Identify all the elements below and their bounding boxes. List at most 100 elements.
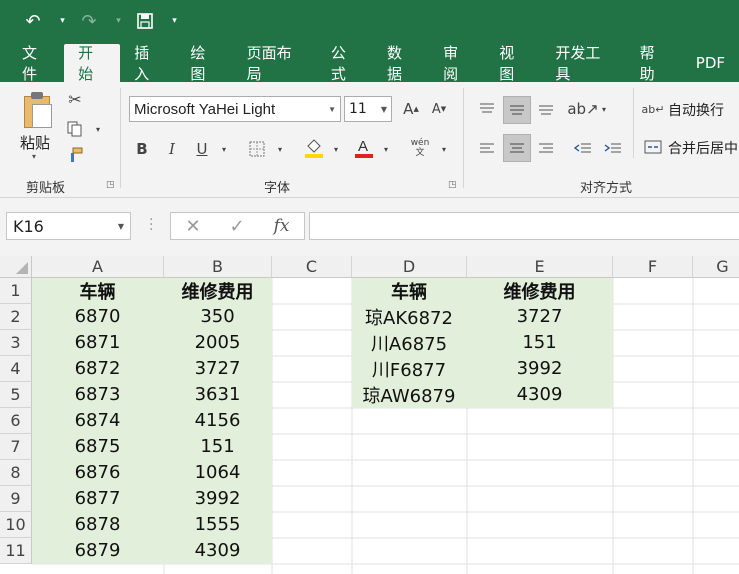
fill-color-icon[interactable] bbox=[302, 136, 326, 160]
tab-pdf[interactable]: PDF bbox=[682, 44, 739, 82]
row-header[interactable]: 10 bbox=[0, 512, 32, 538]
font-size-select[interactable]: 11 ▼ bbox=[344, 96, 392, 122]
font-name-select[interactable]: Microsoft YaHei Light ▼ bbox=[129, 96, 341, 122]
row-header[interactable]: 11 bbox=[0, 538, 32, 564]
undo-icon[interactable]: ↶ bbox=[22, 7, 44, 35]
column-header-d[interactable]: D bbox=[352, 256, 467, 278]
row-header[interactable]: 3 bbox=[0, 330, 32, 356]
table-cell[interactable]: 4309 bbox=[164, 538, 272, 564]
insert-function-icon[interactable]: fx bbox=[274, 216, 290, 236]
table-header-cell[interactable]: 维修费用 bbox=[467, 278, 613, 304]
fill-color-dropdown-icon[interactable]: ▾ bbox=[330, 138, 342, 160]
table-cell[interactable]: 6874 bbox=[32, 408, 164, 434]
row-header[interactable]: 2 bbox=[0, 304, 32, 330]
table-cell[interactable]: 琼AW6879 bbox=[352, 382, 467, 408]
align-top-icon[interactable] bbox=[476, 96, 498, 122]
table-cell[interactable]: 151 bbox=[467, 330, 613, 356]
table-cell[interactable]: 6876 bbox=[32, 460, 164, 486]
row-header[interactable]: 5 bbox=[0, 382, 32, 408]
table-cell[interactable]: 350 bbox=[164, 304, 272, 330]
table-cell[interactable]: 1064 bbox=[164, 460, 272, 486]
paste-icon[interactable] bbox=[20, 90, 54, 130]
table-cell[interactable]: 3631 bbox=[164, 382, 272, 408]
table-cell[interactable]: 3727 bbox=[467, 304, 613, 330]
copy-icon[interactable] bbox=[64, 118, 86, 140]
table-header-cell[interactable]: 车辆 bbox=[352, 278, 467, 304]
row-header[interactable]: 9 bbox=[0, 486, 32, 512]
paste-dropdown-icon[interactable]: ▾ bbox=[32, 152, 36, 161]
format-painter-icon[interactable] bbox=[64, 144, 86, 166]
table-cell[interactable]: 川A6875 bbox=[352, 330, 467, 356]
grow-font-icon[interactable]: A ▲ bbox=[400, 98, 422, 120]
borders-dropdown-icon[interactable]: ▾ bbox=[274, 138, 286, 160]
table-cell[interactable]: 琼AK6872 bbox=[352, 304, 467, 330]
table-cell[interactable]: 3992 bbox=[467, 356, 613, 382]
column-header-b[interactable]: B bbox=[164, 256, 272, 278]
table-header-cell[interactable]: 车辆 bbox=[32, 278, 164, 304]
align-right-icon[interactable] bbox=[535, 136, 557, 162]
save-icon[interactable] bbox=[134, 7, 156, 35]
table-cell[interactable]: 6870 bbox=[32, 304, 164, 330]
row-header[interactable]: 7 bbox=[0, 434, 32, 460]
undo-dropdown-icon[interactable]: ▾ bbox=[50, 7, 72, 35]
borders-icon[interactable] bbox=[246, 138, 268, 160]
table-cell[interactable]: 2005 bbox=[164, 330, 272, 356]
table-cell[interactable]: 川F6877 bbox=[352, 356, 467, 382]
cancel-icon[interactable]: ✕ bbox=[185, 216, 200, 237]
tab-view[interactable]: 视图 bbox=[485, 44, 541, 83]
enter-icon[interactable]: ✓ bbox=[230, 216, 245, 237]
tab-file[interactable]: 文件 bbox=[8, 44, 64, 83]
bold-button[interactable]: B bbox=[132, 138, 152, 160]
redo-dropdown-icon[interactable]: ▾ bbox=[106, 7, 128, 35]
table-cell[interactable]: 6877 bbox=[32, 486, 164, 512]
orientation-dropdown-icon[interactable]: ▾ bbox=[598, 98, 610, 120]
wrap-text-button[interactable]: 自动换行 bbox=[668, 100, 724, 120]
align-middle-icon[interactable] bbox=[503, 96, 531, 124]
merge-center-icon[interactable] bbox=[642, 136, 664, 158]
tab-review[interactable]: 审阅 bbox=[429, 44, 485, 83]
table-cell[interactable]: 6875 bbox=[32, 434, 164, 460]
column-header-c[interactable]: C bbox=[272, 256, 352, 278]
name-box[interactable]: K16 ▼ bbox=[6, 212, 131, 240]
tab-developer[interactable]: 开发工具 bbox=[541, 44, 625, 83]
shrink-font-icon[interactable]: A ▼ bbox=[428, 98, 450, 120]
tab-help[interactable]: 帮助 bbox=[626, 44, 682, 83]
table-cell[interactable]: 4156 bbox=[164, 408, 272, 434]
row-header[interactable]: 1 bbox=[0, 278, 32, 304]
table-cell[interactable]: 3727 bbox=[164, 356, 272, 382]
select-all-corner[interactable] bbox=[0, 256, 32, 278]
align-center-icon[interactable] bbox=[503, 134, 531, 162]
splitter-handle-icon[interactable]: · · · bbox=[149, 213, 153, 237]
table-cell[interactable]: 1555 bbox=[164, 512, 272, 538]
underline-button[interactable]: U bbox=[192, 138, 212, 160]
font-color-dropdown-icon[interactable]: ▾ bbox=[380, 138, 392, 160]
customize-qat-icon[interactable]: ▾ bbox=[162, 7, 184, 35]
phonetic-guide-icon[interactable]: wén 文 bbox=[408, 134, 432, 162]
tab-page-layout[interactable]: 页面布局 bbox=[233, 44, 317, 83]
orientation-icon[interactable]: ab↗ bbox=[567, 96, 598, 122]
wrap-text-icon[interactable]: ab↵ bbox=[642, 98, 665, 120]
cut-icon[interactable]: ✂ bbox=[64, 88, 86, 110]
table-cell[interactable]: 6871 bbox=[32, 330, 164, 356]
table-cell[interactable]: 3992 bbox=[164, 486, 272, 512]
tab-draw[interactable]: 绘图 bbox=[176, 44, 232, 83]
phonetic-dropdown-icon[interactable]: ▾ bbox=[438, 138, 450, 160]
increase-indent-icon[interactable] bbox=[602, 136, 624, 162]
table-cell[interactable]: 4309 bbox=[467, 382, 613, 408]
column-header-e[interactable]: E bbox=[467, 256, 613, 278]
table-cell[interactable]: 151 bbox=[164, 434, 272, 460]
align-left-icon[interactable] bbox=[476, 136, 498, 162]
row-header[interactable]: 6 bbox=[0, 408, 32, 434]
paste-button-label[interactable]: 粘贴 bbox=[20, 132, 50, 153]
formula-input[interactable] bbox=[309, 212, 739, 240]
underline-dropdown-icon[interactable]: ▾ bbox=[218, 138, 230, 160]
row-header[interactable]: 4 bbox=[0, 356, 32, 382]
tab-data[interactable]: 数据 bbox=[373, 44, 429, 83]
merge-center-button[interactable]: 合并后居中 bbox=[668, 138, 738, 158]
font-color-icon[interactable]: A bbox=[352, 136, 376, 160]
italic-button[interactable]: I bbox=[162, 138, 182, 160]
tab-insert[interactable]: 插入 bbox=[120, 44, 176, 83]
tab-formulas[interactable]: 公式 bbox=[317, 44, 373, 83]
redo-icon[interactable]: ↷ bbox=[78, 7, 100, 35]
copy-dropdown-icon[interactable]: ▾ bbox=[92, 120, 104, 138]
